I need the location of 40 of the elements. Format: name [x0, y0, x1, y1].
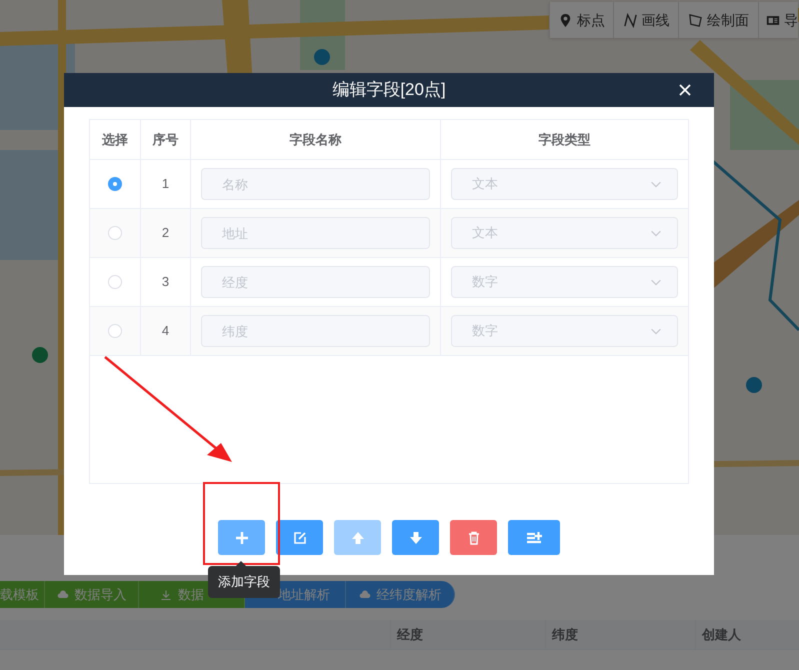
radio-button[interactable] — [108, 275, 122, 289]
edit-button[interactable] — [276, 520, 323, 555]
down-button[interactable] — [392, 520, 439, 555]
cloud-icon — [358, 588, 370, 600]
map-pin-icon — [558, 12, 573, 28]
plus-icon — [234, 530, 250, 546]
download-icon — [160, 588, 172, 600]
polyline-icon — [622, 12, 638, 28]
close-icon[interactable] — [679, 84, 691, 96]
row-number: 2 — [162, 224, 170, 242]
tooltip: 添加字段 — [208, 566, 280, 598]
insert-button[interactable] — [508, 520, 560, 555]
map-tool-button[interactable]: 画线 — [613, 2, 678, 38]
add-button[interactable] — [218, 520, 265, 555]
row-number: 1 — [162, 175, 170, 194]
polygon-icon — [688, 12, 703, 28]
radio-button[interactable] — [108, 324, 122, 338]
column-header: 纬度 — [545, 620, 695, 649]
column-header: 序号 — [140, 120, 190, 159]
radio-button[interactable] — [108, 226, 122, 240]
map-tool-button[interactable]: 绘制面 — [678, 2, 758, 38]
delete-button[interactable] — [450, 520, 497, 555]
toolbar-button[interactable]: 数据导入 — [45, 581, 139, 608]
edit-icon — [292, 530, 308, 546]
column-header: 经度 — [390, 620, 545, 649]
toolbar-button[interactable]: 经纬度解析 — [346, 581, 455, 608]
map-tool-button[interactable]: 标点 — [549, 2, 613, 38]
column-header: 字段名称 — [190, 120, 440, 159]
arrow-down-icon — [408, 530, 424, 546]
column-header: 创建人 — [695, 620, 799, 649]
cloud-icon — [56, 588, 68, 600]
toolbar-button[interactable]: 载模板 — [0, 581, 45, 608]
column-header: 选择 — [101, 130, 129, 149]
radio-button[interactable] — [108, 177, 122, 191]
map-tool-button[interactable]: 导 — [758, 2, 798, 38]
row-number: 4 — [162, 322, 170, 340]
row-number: 3 — [162, 273, 170, 292]
dialog-title: 编辑字段[20点] — [332, 79, 446, 102]
column-header: 字段类型 — [440, 120, 688, 159]
arrow-up-icon — [350, 530, 366, 546]
